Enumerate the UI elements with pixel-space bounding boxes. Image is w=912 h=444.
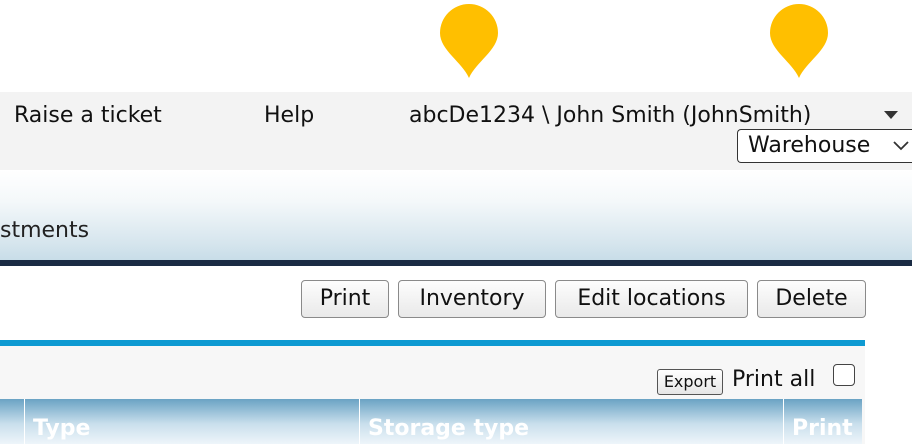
print-all-label: Print all xyxy=(732,367,816,392)
help-link[interactable]: Help xyxy=(264,102,314,130)
divider xyxy=(0,260,912,266)
warehouse-select[interactable]: Warehouse xyxy=(737,129,912,163)
chevron-down-icon xyxy=(892,130,910,173)
export-button[interactable]: Export xyxy=(657,369,723,395)
map-pin-icon xyxy=(768,2,830,80)
print-button[interactable]: Print xyxy=(301,280,389,318)
tab-adjustments[interactable]: stments xyxy=(0,217,89,245)
delete-button[interactable]: Delete xyxy=(757,280,866,318)
raise-ticket-link[interactable]: Raise a ticket xyxy=(14,102,162,130)
column-header-storage-type[interactable]: Storage type xyxy=(359,399,783,444)
table-header: Type Storage type Print xyxy=(0,399,862,444)
column-header-print[interactable]: Print xyxy=(783,399,862,444)
tab-bar xyxy=(0,170,912,260)
user-menu[interactable]: abcDe1234 \ John Smith (JohnSmith) xyxy=(409,102,811,130)
inventory-button[interactable]: Inventory xyxy=(398,280,546,318)
column-header-type[interactable]: Type xyxy=(24,399,359,444)
print-all-checkbox[interactable] xyxy=(833,364,855,386)
map-pin-icon xyxy=(438,2,500,80)
edit-locations-button[interactable]: Edit locations xyxy=(555,280,748,318)
caret-down-icon[interactable] xyxy=(884,111,898,119)
warehouse-select-value: Warehouse xyxy=(748,133,871,158)
